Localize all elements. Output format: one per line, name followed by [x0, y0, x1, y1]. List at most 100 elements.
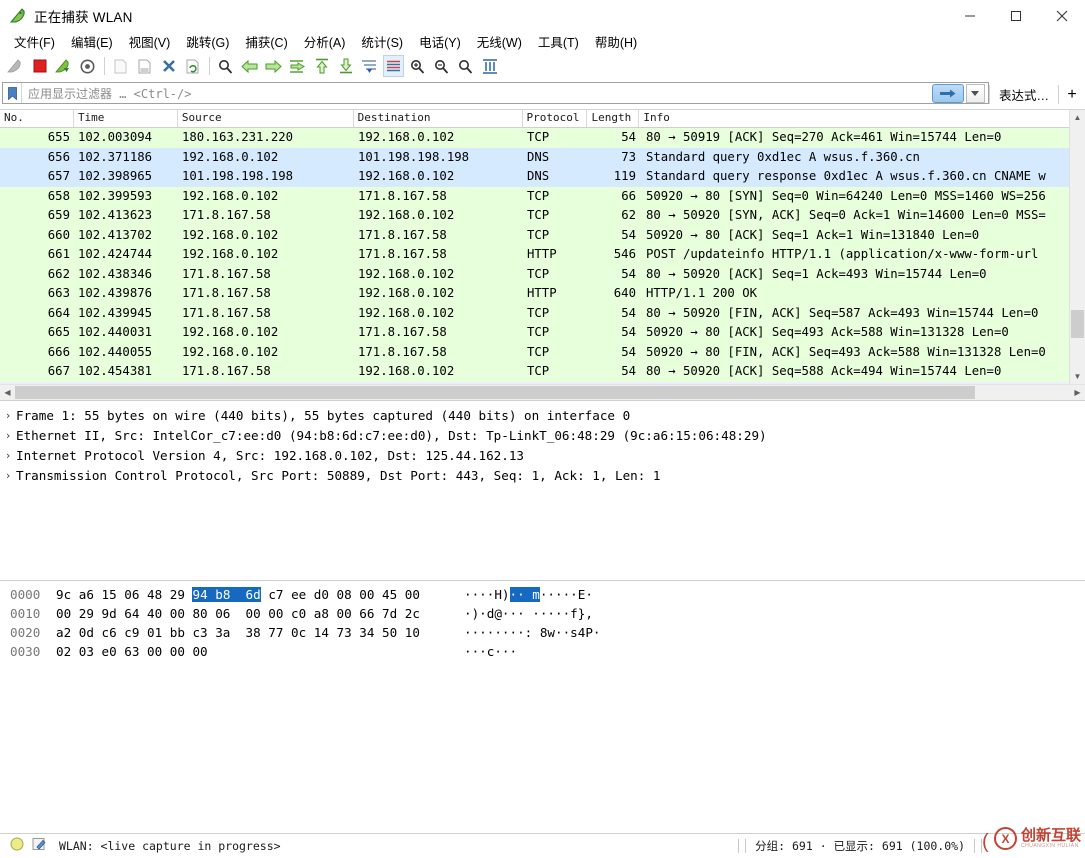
capture-options-icon[interactable]	[77, 55, 98, 77]
cell-time: 102.440031	[78, 325, 153, 339]
bookmark-icon[interactable]	[3, 83, 22, 103]
go-first-packet-icon[interactable]	[311, 55, 332, 77]
menu-analyze[interactable]: 分析(A)	[296, 30, 354, 53]
add-filter-button[interactable]: +	[1059, 82, 1085, 107]
table-row[interactable]: 666 102.440055 192.168.0.102 171.8.167.58 TC…	[0, 342, 1069, 362]
hex-bytes: a2 0d c6 c9 01 bb c3 3a 38 77 0c 14 73 3…	[56, 625, 420, 640]
hex-bytes: 00 29 9d 64 40 00 80 06 00 00 c0 a8 00 6…	[56, 606, 420, 621]
capture-comment-icon[interactable]	[32, 837, 47, 856]
stop-capture-icon[interactable]	[29, 55, 50, 77]
zoom-in-icon[interactable]	[407, 55, 428, 77]
filter-expression-button[interactable]: 表达式…	[990, 82, 1058, 107]
column-header-destination[interactable]: Destination	[354, 110, 523, 127]
packet-details-pane[interactable]: › Frame 1: 55 bytes on wire (440 bits), 5…	[0, 400, 1085, 580]
column-header-time[interactable]: Time	[74, 110, 178, 127]
reload-file-icon[interactable]	[182, 55, 203, 77]
close-button[interactable]	[1039, 0, 1085, 31]
hex-row[interactable]: 0010 00 29 9d 64 40 00 80 06 00 00 c0 a8 …	[0, 604, 1085, 623]
table-row[interactable]: 657 102.398965 101.198.198.198 192.168.0.10…	[0, 167, 1069, 187]
cell-protocol: TCP	[527, 364, 550, 378]
detail-frame[interactable]: › Frame 1: 55 bytes on wire (440 bits), 5…	[0, 405, 1085, 425]
go-back-icon[interactable]	[239, 55, 260, 77]
colorize-packets-icon[interactable]	[383, 55, 404, 77]
filter-input-container[interactable]: 应用显示过滤器 … <Ctrl-/>	[2, 82, 989, 104]
packet-list-vertical-scrollbar[interactable]: ▲ ▼	[1069, 110, 1085, 384]
scroll-down-arrow[interactable]: ▼	[1070, 369, 1085, 384]
table-row[interactable]: 667 102.454381 171.8.167.58 192.168.0.102 TC…	[0, 362, 1069, 382]
find-packet-icon[interactable]	[215, 55, 236, 77]
restart-capture-icon[interactable]	[53, 55, 74, 77]
hex-row[interactable]: 0030 02 03 e0 63 00 00 00 ···c···	[0, 642, 1085, 661]
save-file-icon[interactable]	[134, 55, 155, 77]
menu-view[interactable]: 视图(V)	[121, 30, 179, 53]
table-row[interactable]: 665 102.440031 192.168.0.102 171.8.167.58 TC…	[0, 323, 1069, 343]
close-file-icon[interactable]	[158, 55, 179, 77]
scroll-up-arrow[interactable]: ▲	[1070, 110, 1085, 125]
zoom-reset-icon[interactable]	[455, 55, 476, 77]
table-row[interactable]: 655 102.003094 180.163.231.220 192.168.0.10…	[0, 128, 1069, 148]
hex-row[interactable]: 0020 a2 0d c6 c9 01 bb c3 3a 38 77 0c 14 …	[0, 623, 1085, 642]
table-row[interactable]: 663 102.439876 171.8.167.58 192.168.0.102 HT…	[0, 284, 1069, 304]
menu-edit[interactable]: 编辑(E)	[63, 30, 121, 53]
toolbar-separator	[209, 57, 210, 75]
apply-filter-button[interactable]	[931, 83, 964, 103]
table-row[interactable]: 659 102.413623 171.8.167.58 192.168.0.102 TC…	[0, 206, 1069, 226]
chevron-right-icon[interactable]: ›	[0, 449, 16, 462]
go-forward-icon[interactable]	[263, 55, 284, 77]
menu-statistics[interactable]: 统计(S)	[353, 30, 411, 53]
vertical-scroll-thumb[interactable]	[1071, 310, 1084, 338]
column-header-source[interactable]: Source	[178, 110, 354, 127]
filter-history-dropdown[interactable]	[965, 83, 985, 103]
table-row[interactable]: 656 102.371186 192.168.0.102 101.198.198.19…	[0, 147, 1069, 167]
column-header-protocol[interactable]: Protocol	[523, 110, 588, 127]
table-row[interactable]: 661 102.424744 192.168.0.102 171.8.167.58 HT…	[0, 245, 1069, 265]
column-header-length[interactable]: Length	[587, 110, 640, 127]
horizontal-scroll-thumb[interactable]	[15, 386, 975, 399]
maximize-button[interactable]	[993, 0, 1039, 31]
go-to-packet-icon[interactable]	[287, 55, 308, 77]
table-row[interactable]: 658 102.399593 192.168.0.102 171.8.167.58 TC…	[0, 186, 1069, 206]
horizontal-scroll-track[interactable]	[15, 385, 1070, 400]
cell-info: 50920 → 80 [SYN] Seq=0 Win=64240 Len=0 M…	[646, 188, 1046, 203]
cell-time: 102.413702	[78, 227, 153, 242]
menu-file[interactable]: 文件(F)	[6, 30, 63, 53]
scroll-right-arrow[interactable]: ▶	[1070, 385, 1085, 400]
status-separator	[981, 839, 982, 853]
scroll-left-arrow[interactable]: ◀	[0, 385, 15, 400]
autoscroll-icon[interactable]	[359, 55, 380, 77]
chevron-right-icon[interactable]: ›	[0, 469, 16, 482]
table-row[interactable]: 662 102.438346 171.8.167.58 192.168.0.102 TC…	[0, 264, 1069, 284]
packet-bytes-pane[interactable]: 0000 9c a6 15 06 48 29 94 b8 6d c7 ee d0 …	[0, 580, 1085, 833]
minimize-button[interactable]	[947, 0, 993, 31]
cell-no: 662	[47, 266, 70, 281]
go-last-packet-icon[interactable]	[335, 55, 356, 77]
table-row[interactable]: 664 102.439945 171.8.167.58 192.168.0.102 TC…	[0, 303, 1069, 323]
chevron-right-icon[interactable]: ›	[0, 409, 16, 422]
menu-capture[interactable]: 捕获(C)	[237, 30, 295, 53]
detail-ethernet[interactable]: › Ethernet II, Src: IntelCor_c7:ee:d0 (94…	[0, 425, 1085, 445]
packet-list-rows[interactable]: 655 102.003094 180.163.231.220 192.168.0.10…	[0, 128, 1069, 384]
column-header-no[interactable]: No.	[0, 110, 74, 127]
packet-list-horizontal-scrollbar[interactable]: ◀ ▶	[0, 384, 1085, 400]
expert-info-icon[interactable]	[10, 837, 24, 856]
hex-row[interactable]: 0000 9c a6 15 06 48 29 94 b8 6d c7 ee d0 …	[0, 585, 1085, 604]
table-row[interactable]: 660 102.413702 192.168.0.102 171.8.167.58 TC…	[0, 225, 1069, 245]
menu-telephony[interactable]: 电话(Y)	[411, 30, 469, 53]
menu-help[interactable]: 帮助(H)	[587, 30, 645, 53]
cell-destination: 171.8.167.58	[358, 325, 447, 339]
detail-ipv4[interactable]: › Internet Protocol Version 4, Src: 192.1…	[0, 445, 1085, 465]
menu-go[interactable]: 跳转(G)	[178, 30, 237, 53]
menu-tools[interactable]: 工具(T)	[530, 30, 587, 53]
chevron-right-icon[interactable]: ›	[0, 429, 16, 442]
open-file-icon[interactable]	[110, 55, 131, 77]
cell-no: 661	[47, 247, 70, 261]
cell-source: 192.168.0.102	[182, 227, 279, 242]
start-capture-icon[interactable]	[5, 55, 26, 77]
menu-wireless[interactable]: 无线(W)	[469, 30, 530, 53]
detail-tcp[interactable]: › Transmission Control Protocol, Src Port…	[0, 465, 1085, 485]
filter-input[interactable]: 应用显示过滤器 … <Ctrl-/>	[22, 85, 932, 102]
resize-columns-icon[interactable]	[479, 55, 500, 77]
vertical-scroll-track[interactable]	[1070, 125, 1085, 369]
column-header-info[interactable]: Info	[639, 110, 1069, 127]
zoom-out-icon[interactable]	[431, 55, 452, 77]
